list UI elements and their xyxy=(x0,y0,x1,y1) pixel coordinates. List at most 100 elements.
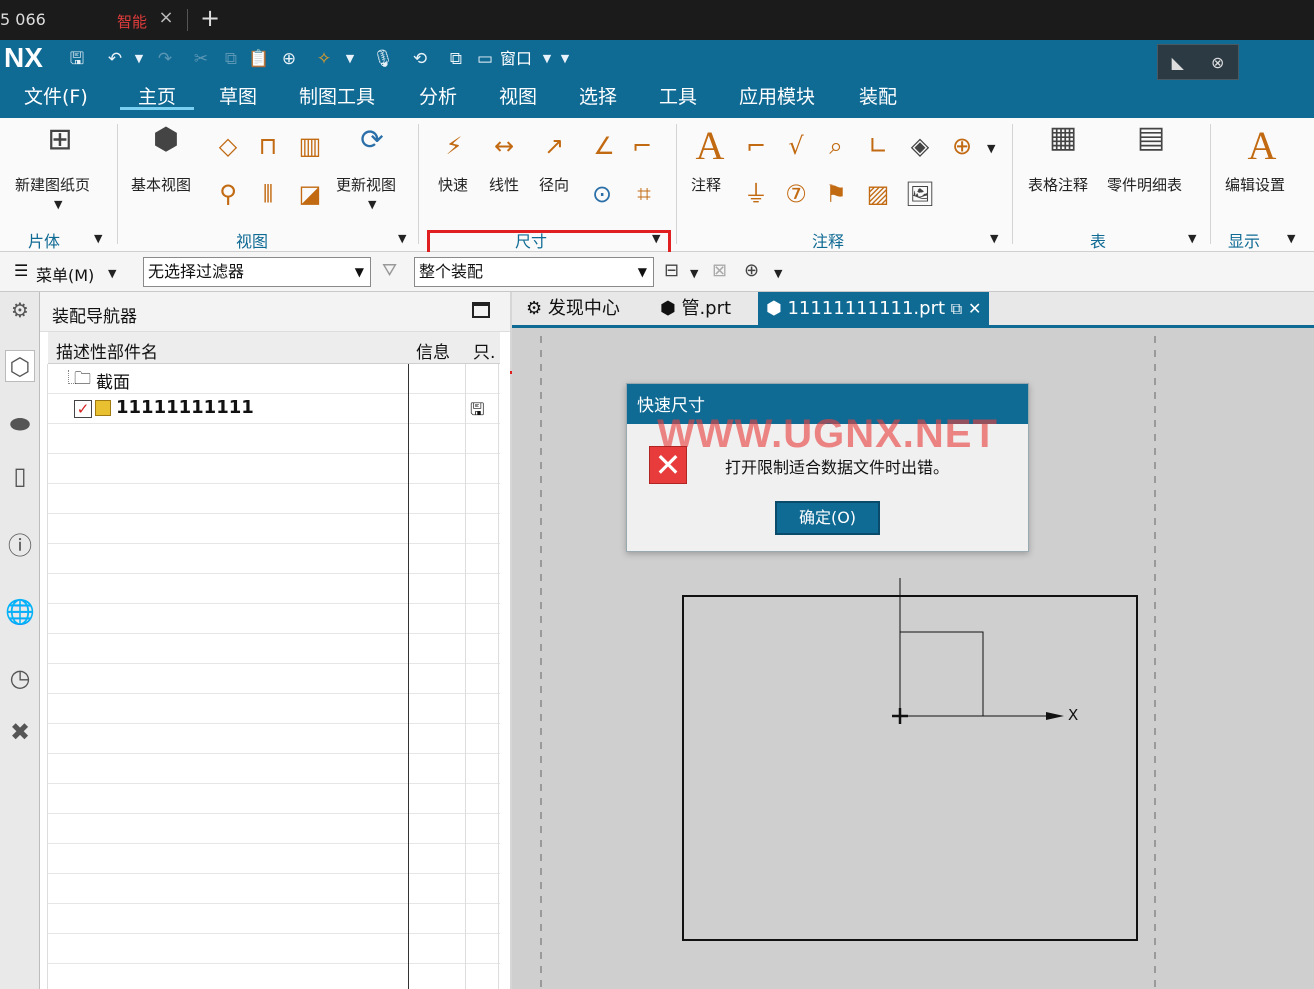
web-browser-icon[interactable]: 🌐 xyxy=(5,596,35,628)
command-finder-dropdown-icon[interactable]: ▼ xyxy=(343,48,357,70)
projected-view-icon[interactable]: ◇ xyxy=(212,132,244,160)
weld-symbol-icon[interactable]: ∟ xyxy=(862,132,894,160)
maximize-icon[interactable] xyxy=(472,302,490,318)
new-tab-icon[interactable]: + xyxy=(199,4,221,32)
snap-point-dropdown-icon[interactable]: ▼ xyxy=(774,267,782,280)
feature-control-frame-icon[interactable]: ⌐ xyxy=(740,132,772,160)
menu-application[interactable]: 应用模块 xyxy=(739,84,815,110)
chamfer-dimension-icon[interactable]: ⌐ xyxy=(626,132,658,160)
group-table-dropdown-icon[interactable]: ▼ xyxy=(1188,232,1196,245)
datum-target-icon[interactable]: ⏚ xyxy=(740,180,772,208)
save-icon[interactable]: 🖫 xyxy=(66,48,88,70)
view-orient-icon[interactable]: ⟲ xyxy=(409,48,431,70)
center-mark-dropdown-icon[interactable]: ▼ xyxy=(987,142,995,155)
tab-part-guan[interactable]: ⬢ 管.prt xyxy=(652,292,739,325)
main-menu-dropdown-icon[interactable]: ▼ xyxy=(108,267,116,280)
view-border[interactable] xyxy=(682,595,1138,941)
new-sheet-icon[interactable]: ⊞ xyxy=(40,125,80,166)
tab-part-11111111111[interactable]: ⬢ 11111111111.prt ⧉ ✕ xyxy=(758,292,990,325)
datum-feature-icon[interactable]: ⌕ xyxy=(820,132,852,160)
group-display-dropdown-icon[interactable]: ▼ xyxy=(1287,232,1295,245)
column-info[interactable]: 信息 xyxy=(416,338,450,363)
update-view-dropdown-icon[interactable]: ▼ xyxy=(368,198,376,211)
menu-analysis[interactable]: 分析 xyxy=(419,84,457,110)
hatch-fill-icon[interactable]: ◈ xyxy=(904,132,936,160)
undo-icon[interactable]: ↶ xyxy=(104,48,126,70)
angular-dimension-icon[interactable]: ∠ xyxy=(588,132,620,160)
image-icon[interactable]: 🖼 xyxy=(904,180,936,208)
detail-view-icon[interactable]: ▥ xyxy=(294,132,326,160)
parts-list-button[interactable]: 零件明细表 xyxy=(1107,174,1182,195)
snap-point-icon[interactable]: ⊕ xyxy=(744,260,759,281)
broken-out-view-icon[interactable]: ◪ xyxy=(294,180,326,208)
section-view-icon[interactable]: ⊓ xyxy=(252,132,284,160)
edit-settings-icon[interactable]: A xyxy=(1240,124,1284,168)
restore-icon[interactable]: ◣ xyxy=(1172,53,1184,72)
break-view-icon[interactable]: ⚲ xyxy=(212,180,244,208)
quick-access-customize-icon[interactable]: ▼ xyxy=(558,48,572,70)
new-sheet-dropdown-icon[interactable]: ▼ xyxy=(54,198,62,211)
window-dropdown-icon[interactable]: ▼ xyxy=(540,48,554,70)
target-point-icon[interactable]: ⚑ xyxy=(820,180,852,208)
paste-icon[interactable]: 📋 xyxy=(248,48,270,70)
group-sheet-dropdown-icon[interactable]: ▼ xyxy=(94,232,102,245)
crosshatch-icon[interactable]: ▨ xyxy=(862,180,894,208)
parts-list-icon[interactable]: ▤ xyxy=(1130,123,1172,166)
touch-mode-icon[interactable]: ⊕ xyxy=(278,48,300,70)
type-filter-combo[interactable]: 无选择过滤器 ▼ xyxy=(143,257,371,287)
component-filter-icon[interactable]: ⊟ xyxy=(664,260,679,281)
balloon-icon[interactable]: ⑦ xyxy=(780,180,812,208)
menu-view[interactable]: 视图 xyxy=(499,84,537,110)
tools-icon[interactable]: ✖ xyxy=(5,716,35,748)
part-navigator-icon[interactable]: ▯ xyxy=(5,460,35,492)
column-readonly[interactable]: 只. xyxy=(473,338,495,363)
ok-button[interactable]: 确定(O) xyxy=(775,501,880,535)
note-button[interactable]: 注释 xyxy=(691,174,721,195)
tabular-note-icon[interactable]: ▦ xyxy=(1042,123,1084,166)
base-view-icon[interactable]: ⬢ xyxy=(145,125,187,166)
new-sheet-button[interactable]: 新建图纸页 xyxy=(15,174,90,195)
center-mark-icon[interactable]: ⊕ xyxy=(946,132,978,160)
group-view-dropdown-icon[interactable]: ▼ xyxy=(398,232,406,245)
menu-hamburger-icon[interactable]: ☰ xyxy=(14,261,28,280)
group-annotation-dropdown-icon[interactable]: ▼ xyxy=(990,232,998,245)
history-icon[interactable]: ◷ xyxy=(5,662,35,694)
column-name[interactable]: 描述性部件名 xyxy=(56,338,158,363)
cut-icon[interactable]: ✂ xyxy=(190,48,212,70)
base-view-button[interactable]: 基本视图 xyxy=(131,174,191,195)
linear-dimension-button[interactable]: 线性 xyxy=(489,174,519,195)
thickness-dimension-icon[interactable]: ⊙ xyxy=(586,180,618,208)
rapid-dimension-button[interactable]: 快速 xyxy=(438,174,468,195)
linear-dimension-icon[interactable]: ↔ xyxy=(488,132,520,160)
rapid-dimension-icon[interactable]: ⚡ xyxy=(438,132,470,160)
menu-drafting-tools[interactable]: 制图工具 xyxy=(299,84,375,110)
selection-scope-combo[interactable]: 整个装配 ▼ xyxy=(414,257,654,287)
command-finder-icon[interactable]: ✧ xyxy=(313,48,335,70)
window-icon[interactable]: ▭ xyxy=(474,48,496,70)
radial-dimension-icon[interactable]: ↗ xyxy=(538,132,570,160)
menu-sketch[interactable]: 草图 xyxy=(219,84,257,110)
radial-dimension-button[interactable]: 径向 xyxy=(539,174,569,195)
filter-icon[interactable]: ⛛ xyxy=(382,260,397,281)
ordinate-dimension-icon[interactable]: ⌗ xyxy=(628,180,660,208)
tabular-note-button[interactable]: 表格注释 xyxy=(1028,174,1088,195)
menu-tools[interactable]: 工具 xyxy=(659,84,697,110)
switch-window-icon[interactable]: ⧉ xyxy=(445,48,467,70)
update-view-icon[interactable]: ⟳ xyxy=(352,126,392,166)
window-menu-label[interactable]: 窗口 xyxy=(500,48,532,70)
main-menu-button[interactable]: 菜单(M) xyxy=(36,262,94,286)
note-icon[interactable]: A xyxy=(688,124,732,168)
close-window-icon[interactable]: ⊗ xyxy=(1211,53,1224,72)
menu-select[interactable]: 选择 xyxy=(579,84,617,110)
table-row[interactable]: 🗀 截面 xyxy=(48,364,500,394)
menu-assembly[interactable]: 装配 xyxy=(859,84,897,110)
info-icon[interactable]: ⓘ xyxy=(5,530,35,562)
assembly-navigator-icon[interactable]: ⬡ xyxy=(5,350,35,382)
constraint-navigator-icon[interactable]: ⬬ xyxy=(5,408,35,440)
checkbox-checked-icon[interactable]: ✓ xyxy=(74,400,92,418)
tab-discovery-center[interactable]: ⚙ 发现中心 xyxy=(518,292,628,325)
close-tab-icon[interactable]: ✕ xyxy=(968,299,981,318)
table-row[interactable]: ✓ 11111111111 🖫 xyxy=(48,394,500,424)
microphone-icon[interactable]: 🎙 xyxy=(372,48,394,70)
menu-file[interactable]: 文件(F) xyxy=(24,84,88,110)
